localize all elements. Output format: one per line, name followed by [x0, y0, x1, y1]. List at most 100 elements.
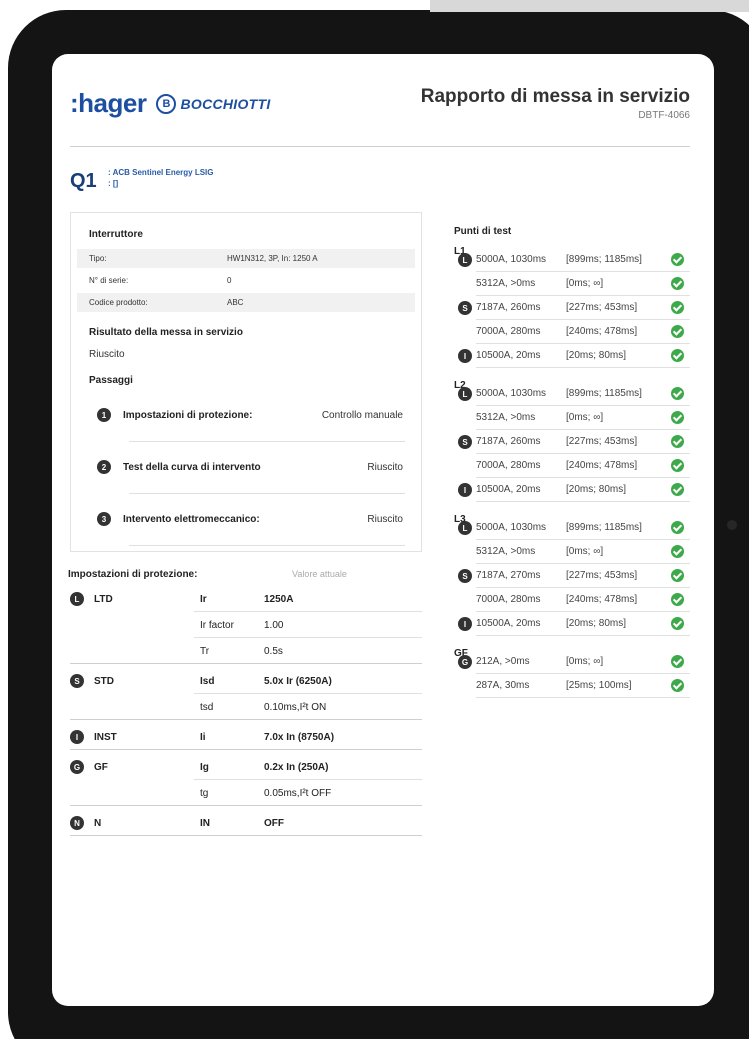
test-range: [899ms; 1185ms] [566, 254, 642, 265]
check-circle-icon [671, 459, 684, 472]
protection-i-icon: I [458, 349, 472, 363]
test-range: [0ms; ∞] [566, 412, 604, 423]
setting-divider [70, 719, 422, 720]
test-current-time: 5000A, 1030ms [476, 254, 547, 265]
setting-value: OFF [264, 817, 284, 829]
type-key: Tipo: [89, 254, 107, 263]
step-divider [129, 545, 405, 546]
setting-group-name: INST [94, 731, 117, 743]
setting-group-name: STD [94, 675, 114, 687]
setting-row: tsd 0.10ms,I²t ON [70, 694, 422, 720]
test-current-time: 5312A, >0ms [476, 412, 536, 423]
current-value-heading: Valore attuale [292, 569, 347, 579]
setting-value: 0.5s [264, 645, 283, 657]
setting-param: Ii [200, 731, 206, 743]
bocchiotti-wordmark: BOCCHIOTTI [180, 95, 271, 112]
test-current-time: 5000A, 1030ms [476, 522, 547, 533]
step-number-icon: 3 [97, 512, 111, 526]
setting-divider [70, 835, 422, 836]
setting-row: tg 0.05ms,I²t OFF [70, 780, 422, 806]
setting-divider [70, 805, 422, 806]
report-screen: :hager B BOCCHIOTTI Rapporto di messa in… [52, 54, 714, 1006]
setting-value: 1.00 [264, 619, 284, 631]
test-range: [227ms; 453ms] [566, 302, 638, 313]
test-row-divider [476, 635, 690, 636]
step-result: Riuscito [367, 513, 403, 525]
test-current-time: 287A, 30ms [476, 680, 530, 691]
device-meta: : ACB Sentinel Energy LSIG : [] [108, 167, 214, 189]
setting-value: 1250A [264, 593, 294, 605]
setting-group: S STD [70, 674, 114, 688]
test-current-time: 7000A, 280ms [476, 594, 541, 605]
check-circle-icon [671, 545, 684, 558]
header-divider [70, 146, 690, 147]
test-current-time: 7000A, 280ms [476, 326, 541, 337]
serial-value: 0 [227, 276, 232, 285]
check-circle-icon [671, 325, 684, 338]
check-circle-icon [671, 411, 684, 424]
protection-i-icon: I [458, 483, 472, 497]
device-label: Q1 [70, 170, 97, 192]
test-range: [20ms; 80ms] [566, 350, 627, 361]
test-point-row: 5312A, >0ms [0ms; ∞] [476, 406, 690, 430]
setting-param: tsd [200, 701, 214, 713]
setting-value: 0.05ms,I²t OFF [264, 787, 332, 799]
setting-divider [70, 663, 422, 664]
check-circle-icon [671, 277, 684, 290]
setting-param: Ig [200, 761, 209, 773]
test-row-divider [476, 697, 690, 698]
test-point-row: 10500A, 20ms [20ms; 80ms] [476, 478, 690, 502]
test-point-row: 7000A, 280ms [240ms; 478ms] [476, 454, 690, 478]
protection-std-icon: S [70, 674, 84, 688]
protection-i-icon: I [458, 617, 472, 631]
bocchiotti-b-icon: B [156, 93, 177, 114]
setting-param: IN [200, 817, 210, 829]
test-point-row: 287A, 30ms [25ms; 100ms] [476, 674, 690, 698]
setting-row: I INST Ii 7.0x In (8750A) [70, 724, 422, 750]
step-label: Test della curva di intervento [123, 461, 261, 473]
protection-g-icon: G [458, 655, 472, 669]
setting-value: 7.0x In (8750A) [264, 731, 335, 743]
brand-logos: :hager B BOCCHIOTTI [70, 88, 271, 119]
setting-row: S STD Isd 5.0x Ir (6250A) [70, 668, 422, 694]
setting-param: tg [200, 787, 209, 799]
check-circle-icon [671, 569, 684, 582]
test-point-row: 5000A, 1030ms [899ms; 1185ms] [476, 382, 690, 406]
report-header: Rapporto di messa in servizio DBTF-4066 [421, 86, 690, 121]
step-label: Impostazioni di protezione: [123, 409, 253, 421]
setting-group-name: LTD [94, 593, 113, 605]
breaker-heading: Interruttore [89, 229, 143, 240]
step-number-icon: 2 [97, 460, 111, 474]
type-value: HW1N312, 3P, In: 1250 A [227, 254, 318, 263]
check-circle-icon [671, 387, 684, 400]
step-result: Controllo manuale [321, 409, 403, 421]
bocchiotti-logo: B BOCCHIOTTI [156, 93, 271, 114]
test-point-row: 7000A, 280ms [240ms; 478ms] [476, 320, 690, 344]
test-point-row: 5000A, 1030ms [899ms; 1185ms] [476, 248, 690, 272]
setting-value: 0.2x In (250A) [264, 761, 329, 773]
breaker-row-product-code: Codice prodotto: ABC [77, 293, 415, 312]
protection-n-icon: N [70, 816, 84, 830]
test-current-time: 212A, >0ms [476, 656, 530, 667]
test-range: [25ms; 100ms] [566, 680, 632, 691]
setting-param: Isd [200, 675, 215, 687]
test-point-row: 7187A, 260ms [227ms; 453ms] [476, 296, 690, 320]
test-current-time: 10500A, 20ms [476, 618, 541, 629]
test-point-row: 212A, >0ms [0ms; ∞] [476, 650, 690, 674]
test-range: [240ms; 478ms] [566, 594, 638, 605]
protection-s-icon: S [458, 301, 472, 315]
hager-logo: :hager [70, 88, 147, 118]
test-current-time: 7000A, 280ms [476, 460, 541, 471]
test-range: [899ms; 1185ms] [566, 388, 642, 399]
result-heading: Risultato della messa in servizio [89, 327, 243, 338]
test-range: [20ms; 80ms] [566, 484, 627, 495]
test-point-row: 5000A, 1030ms [899ms; 1185ms] [476, 516, 690, 540]
setting-group-name: N [94, 817, 102, 829]
setting-group: G GF [70, 760, 108, 774]
setting-group: NN [70, 816, 101, 830]
test-current-time: 5312A, >0ms [476, 546, 536, 557]
test-point-row: 5312A, >0ms [0ms; ∞] [476, 272, 690, 296]
product-code-value: ABC [227, 298, 244, 307]
test-range: [899ms; 1185ms] [566, 522, 642, 533]
test-range: [227ms; 453ms] [566, 570, 638, 581]
